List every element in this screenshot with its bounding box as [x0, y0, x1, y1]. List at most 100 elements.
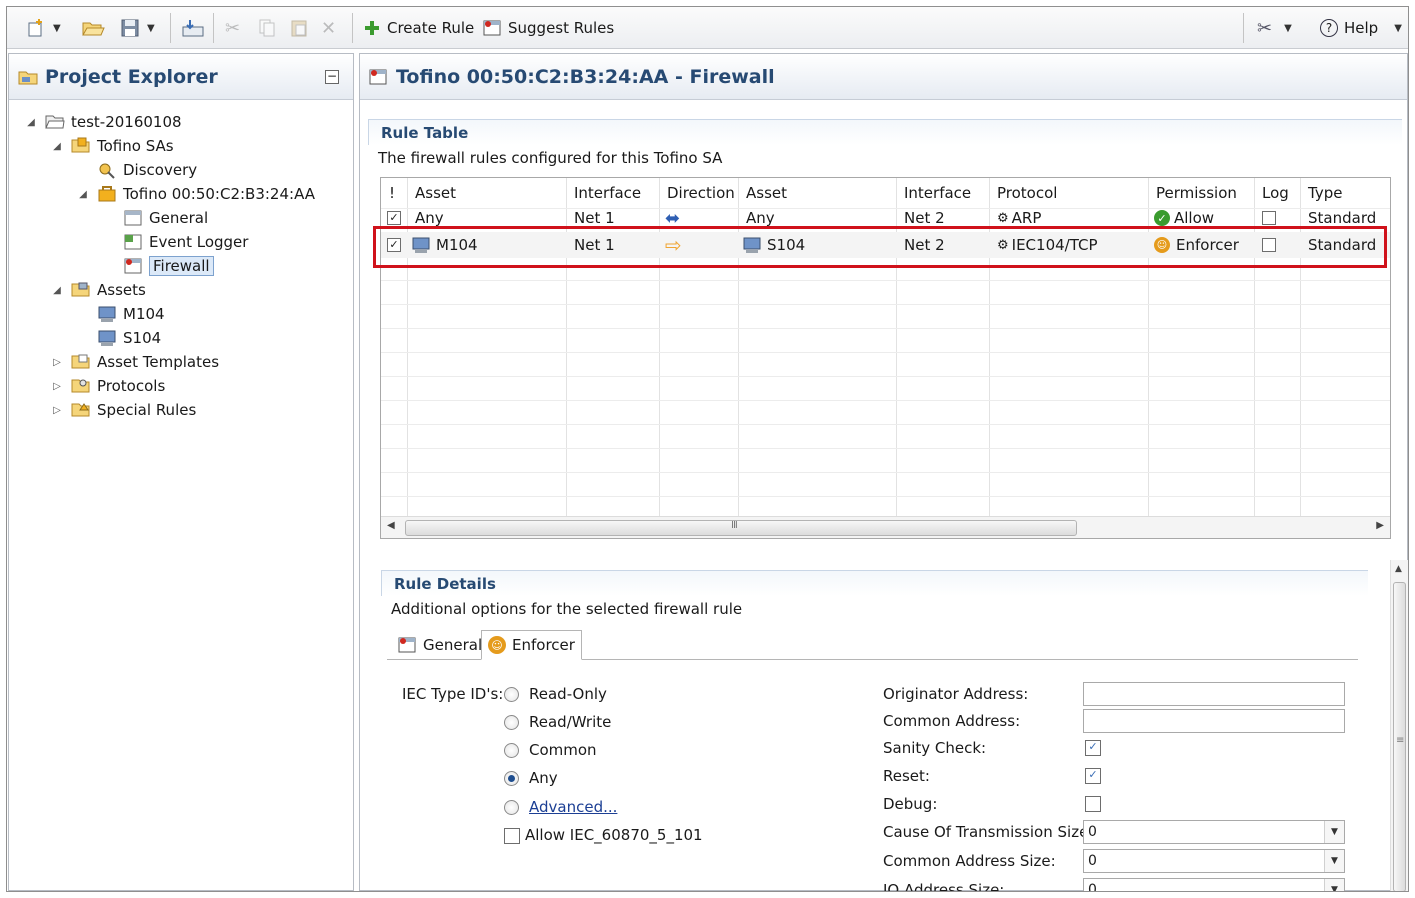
row-protocol: ARP	[1011, 209, 1042, 227]
paste-button[interactable]	[289, 15, 309, 41]
tree-item-assets[interactable]: ◢ Assets	[51, 278, 146, 302]
tree-item-s104[interactable]: S104	[77, 326, 161, 350]
application-window: ▼ ▼ ✂ ✕ Create Rule Suggest Rules ✂ ▼ ? …	[6, 6, 1409, 892]
tree-item-general[interactable]: General	[103, 206, 208, 230]
sanity-check-checkbox[interactable]: ✓	[1085, 740, 1101, 756]
copy-button[interactable]	[257, 15, 277, 41]
chevron-down-icon[interactable]: ▼	[1324, 850, 1344, 872]
expanded-arrow-icon[interactable]: ◢	[51, 141, 63, 152]
chevron-down-icon[interactable]: ▼	[53, 23, 61, 34]
new-button[interactable]: ▼	[25, 15, 61, 41]
radio-advanced[interactable]	[504, 800, 519, 815]
cot-size-combo[interactable]: 0 ▼	[1083, 820, 1345, 844]
tree-item-tofino-device[interactable]: ◢ Tofino 00:50:C2:B3:24:AA	[77, 182, 315, 206]
radio-label-read-write[interactable]: Read/Write	[529, 713, 611, 731]
radio-label-common[interactable]: Common	[529, 741, 597, 759]
tab-enforcer[interactable]: ☺ Enforcer	[481, 630, 582, 660]
chevron-down-icon[interactable]: ▼	[147, 23, 155, 34]
chevron-down-icon[interactable]: ▼	[1324, 879, 1344, 891]
common-address-input[interactable]	[1083, 709, 1345, 733]
io-address-size-combo[interactable]: 0 ▼	[1083, 878, 1345, 891]
import-icon	[182, 20, 204, 37]
suggest-rules-button[interactable]: Suggest Rules	[482, 15, 614, 41]
collapsed-arrow-icon[interactable]: ▷	[51, 381, 63, 392]
scissors-icon: ✂	[225, 17, 241, 39]
scrollbar-thumb[interactable]: ≡	[1393, 582, 1406, 891]
new-file-icon	[28, 19, 42, 37]
tree-item-label: Tofino SAs	[97, 137, 174, 155]
scroll-right-icon[interactable]: ▶	[1376, 520, 1384, 531]
scroll-up-icon[interactable]: ▲	[1395, 564, 1402, 574]
rule-details-heading: Rule Details	[394, 574, 496, 593]
delete-icon: ✕	[321, 17, 337, 39]
advanced-link[interactable]: Advanced...	[529, 798, 617, 816]
create-rule-label: Create Rule	[387, 19, 475, 37]
toolbar-separator	[170, 13, 171, 43]
open-button[interactable]	[81, 15, 105, 41]
allow-101-label[interactable]: Allow IEC_60870_5_101	[525, 826, 703, 844]
radio-label-read-only[interactable]: Read-Only	[529, 685, 607, 703]
tree-item-event-logger[interactable]: Event Logger	[103, 230, 248, 254]
import-button[interactable]	[181, 15, 205, 41]
delete-button[interactable]: ✕	[321, 15, 336, 41]
tree-item-project[interactable]: ◢ test-20160108	[25, 110, 181, 134]
debug-checkbox[interactable]	[1085, 796, 1101, 812]
reset-checkbox[interactable]: ✓	[1085, 768, 1101, 784]
originator-address-label: Originator Address:	[883, 685, 1029, 703]
tree-item-label: General	[149, 209, 209, 227]
common-address-label: Common Address:	[883, 712, 1021, 730]
save-button[interactable]: ▼	[119, 15, 155, 41]
templates-folder-icon	[71, 354, 90, 369]
table-horizontal-scrollbar[interactable]: ◀ III ▶	[381, 516, 1390, 538]
expanded-arrow-icon[interactable]: ◢	[77, 189, 89, 200]
collapsed-arrow-icon[interactable]: ▷	[51, 357, 63, 368]
tree-item-discovery[interactable]: Discovery	[77, 158, 197, 182]
project-explorer-icon	[18, 71, 38, 84]
tree-item-tofino-sas[interactable]: ◢ Tofino SAs	[51, 134, 174, 158]
originator-address-input[interactable]	[1083, 682, 1345, 706]
special-rules-folder-icon	[71, 403, 90, 417]
chevron-down-icon[interactable]: ▼	[1394, 23, 1402, 34]
tree-item-asset-templates[interactable]: ▷ Asset Templates	[51, 350, 219, 374]
row-enabled-checkbox[interactable]: ✓	[387, 211, 401, 225]
cut-button[interactable]: ✂	[225, 15, 240, 41]
row-log-checkbox[interactable]	[1262, 211, 1276, 225]
tree-item-label: Event Logger	[149, 233, 249, 251]
radio-read-write[interactable]	[504, 715, 519, 730]
tab-label: Enforcer	[512, 636, 575, 654]
editor-header: Tofino 00:50:C2:B3:24:AA - Firewall	[360, 54, 1407, 100]
scroll-left-icon[interactable]: ◀	[387, 520, 395, 531]
editor-vertical-scrollbar[interactable]: ▲ ≡	[1390, 560, 1408, 891]
create-rule-button[interactable]: Create Rule	[363, 15, 474, 41]
collapsed-arrow-icon[interactable]: ▷	[51, 405, 63, 416]
expanded-arrow-icon[interactable]: ◢	[25, 117, 37, 128]
tools-button[interactable]: ✂ ▼	[1257, 15, 1292, 41]
plus-icon	[365, 21, 379, 35]
tree-item-m104[interactable]: M104	[77, 302, 165, 326]
radio-read-only[interactable]	[504, 687, 519, 702]
allow-101-checkbox[interactable]	[504, 828, 520, 844]
tree-item-label: M104	[123, 305, 165, 323]
rule-details-section-header[interactable]: Rule Details	[381, 570, 1368, 596]
common-address-size-combo[interactable]: 0 ▼	[1083, 849, 1345, 873]
tree-item-label: Protocols	[97, 377, 166, 395]
minimize-icon[interactable]: −	[325, 70, 339, 84]
tofino-folder-icon	[71, 137, 90, 153]
computer-icon	[98, 306, 116, 322]
main-toolbar: ▼ ▼ ✂ ✕ Create Rule Suggest Rules ✂ ▼ ? …	[7, 7, 1408, 49]
scrollbar-thumb[interactable]: III	[405, 520, 1077, 536]
tree-item-special-rules[interactable]: ▷ Special Rules	[51, 398, 196, 422]
radio-label-any[interactable]: Any	[529, 769, 558, 787]
radio-common[interactable]	[504, 743, 519, 758]
tree-item-protocols[interactable]: ▷ Protocols	[51, 374, 165, 398]
project-explorer-panel: Project Explorer − ◢ test-20160108 ◢ Tof…	[8, 53, 354, 891]
chevron-down-icon[interactable]: ▼	[1284, 23, 1292, 34]
expanded-arrow-icon[interactable]: ◢	[51, 285, 63, 296]
tab-general[interactable]: General	[391, 630, 488, 660]
radio-any[interactable]	[504, 771, 519, 786]
help-button[interactable]: ? Help ▼	[1320, 15, 1402, 41]
tree-item-firewall[interactable]: Firewall	[103, 254, 214, 278]
chevron-down-icon[interactable]: ▼	[1324, 821, 1344, 843]
rule-table-section-header[interactable]: Rule Table	[368, 119, 1402, 145]
tree-item-label: S104	[123, 329, 162, 347]
